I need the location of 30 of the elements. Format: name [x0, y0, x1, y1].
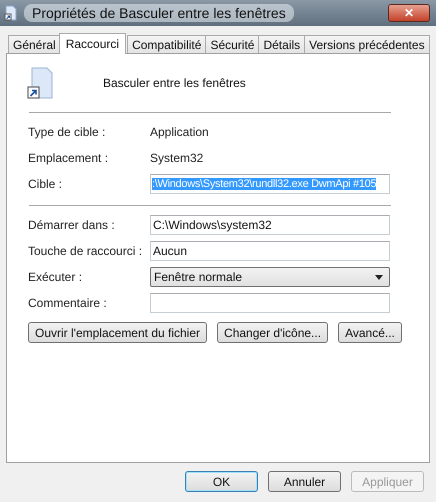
- tab[interactable]: Détails: [258, 35, 306, 53]
- tab[interactable]: Versions précédentes: [304, 35, 430, 53]
- shortcut-file-icon: [4, 5, 18, 21]
- field-label: Cible :: [28, 177, 64, 191]
- dialog-button[interactable]: Annuler: [268, 471, 341, 492]
- field-label: Commentaire :: [28, 296, 108, 310]
- input-field[interactable]: C:\Windows\system32: [150, 215, 390, 235]
- window-title: Propriétés de Basculer entre les fenêtres: [24, 4, 294, 22]
- tab[interactable]: Sécurité: [205, 35, 260, 53]
- run-dropdown[interactable]: Fenêtre normale: [150, 267, 390, 287]
- field-label: Exécuter :: [28, 270, 84, 284]
- field-value: Application: [150, 125, 209, 139]
- input-field[interactable]: Aucun: [150, 241, 390, 261]
- shortcut-file-icon: [27, 67, 55, 99]
- action-button[interactable]: Changer d'icône...: [217, 322, 328, 343]
- shortcut-name: Basculer entre les fenêtres: [103, 76, 246, 90]
- tab[interactable]: Compatibilité: [127, 35, 206, 53]
- field-label: Touche de raccourci :: [28, 244, 144, 258]
- field-label: Emplacement :: [28, 151, 110, 165]
- field-value: C:\Windows\system32: [153, 218, 272, 232]
- action-button[interactable]: Ouvrir l'emplacement du fichier: [28, 322, 208, 343]
- field-value: Aucun: [153, 244, 188, 258]
- tab[interactable]: Raccourci: [58, 33, 126, 54]
- field-label: Type de cible :: [28, 125, 106, 139]
- dialog-button[interactable]: OK: [185, 471, 258, 492]
- action-button[interactable]: Avancé...: [338, 322, 402, 343]
- field-label: Démarrer dans :: [28, 218, 116, 232]
- tab[interactable]: Général: [8, 35, 61, 53]
- dropdown-arrow-icon: [375, 274, 383, 280]
- field-value: System32: [150, 151, 204, 165]
